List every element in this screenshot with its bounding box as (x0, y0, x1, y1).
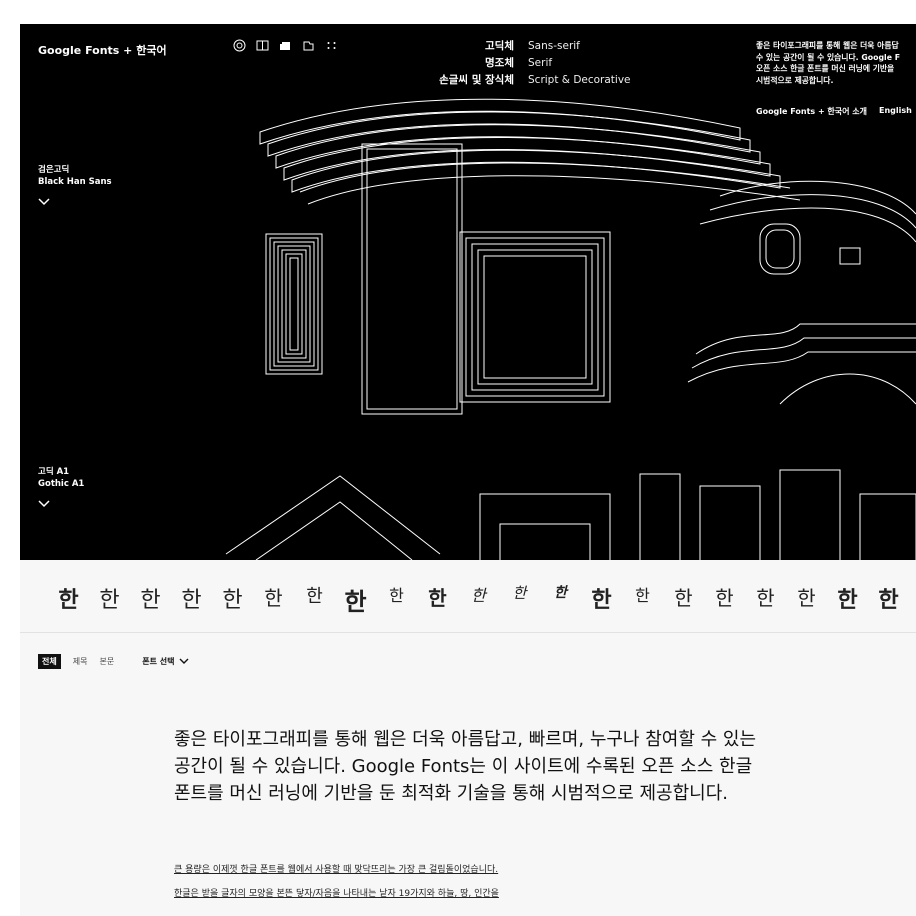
sample-glyph[interactable]: 한 (458, 582, 499, 617)
font-name-en: Black Han Sans (38, 177, 112, 187)
grid-view-icon[interactable] (324, 38, 338, 52)
filter-title[interactable]: 제목 (73, 656, 88, 667)
category-en: Serif (528, 57, 553, 69)
sample-glyph[interactable]: 한 (499, 582, 540, 617)
hero-banner: Google Fonts + 한국어 고딕체 Sans-serif 명조체 Se… (20, 24, 916, 560)
sample-glyph[interactable]: 한 (48, 582, 89, 617)
font-select[interactable]: 폰트 선택 (142, 656, 189, 667)
category-nav: 고딕체 Sans-serif 명조체 Serif 손글씨 및 장식체 Scrip… (400, 38, 631, 89)
page-frame: Google Fonts + 한국어 고딕체 Sans-serif 명조체 Se… (20, 24, 916, 916)
sample-glyph[interactable]: 한 (868, 582, 909, 617)
category-en: Script & Decorative (528, 74, 631, 86)
sample-glyph[interactable]: 한 (827, 582, 868, 617)
sample-glyph[interactable]: 한 (663, 582, 704, 617)
detail-paragraph: 큰 용량은 이제껏 한글 폰트를 웹에서 사용할 때 맞닥뜨리는 가장 큰 걸림… (174, 865, 499, 875)
sample-glyph[interactable]: 한 (294, 582, 335, 617)
font-select-label: 폰트 선택 (142, 657, 175, 666)
hero-artwork (225, 98, 916, 560)
sample-glyph[interactable]: 한 (540, 582, 581, 617)
category-ko: 명조체 (485, 57, 514, 69)
filter-bar: 전체 제목 본문 폰트 선택 (38, 654, 189, 669)
sample-glyph[interactable]: 한 (581, 582, 622, 617)
category-en: Sans-serif (528, 40, 580, 52)
filter-all[interactable]: 전체 (38, 654, 61, 669)
font-name-ko: 고딕 A1 (38, 467, 70, 477)
category-serif[interactable]: 명조체 Serif (400, 55, 631, 72)
chevron-down-icon (179, 658, 189, 664)
sample-glyph-row: 한한한한한한한한한한한한한한한한한한한한한 (48, 582, 909, 617)
sample-glyph[interactable]: 한 (171, 582, 212, 617)
font-name-en: Gothic A1 (38, 479, 85, 489)
chevron-down-icon[interactable] (38, 198, 112, 210)
sample-glyph[interactable]: 한 (253, 582, 294, 617)
english-link[interactable]: English (879, 106, 912, 117)
sample-glyph[interactable]: 한 (417, 582, 458, 617)
category-ko: 손글씨 및 장식체 (439, 74, 514, 86)
filter-body[interactable]: 본문 (99, 656, 114, 667)
font-label-gothic-a1: 고딕 A1 Gothic A1 (38, 466, 84, 512)
sample-glyph[interactable]: 한 (704, 582, 745, 617)
category-ko: 고딕체 (485, 40, 514, 52)
category-script[interactable]: 손글씨 및 장식체 Script & Decorative (400, 72, 631, 89)
about-link[interactable]: Google Fonts + 한국어 소개 (756, 106, 867, 117)
font-label-black-han-sans: 검은고딕 Black Han Sans (38, 164, 112, 210)
intro-paragraph: 좋은 타이포그래피를 통해 웹은 더욱 아름답고, 빠르며, 누구나 참여할 수… (174, 729, 757, 804)
header-intro: 좋은 타이포그래피를 통해 웹은 더욱 아름답 수 있는 공간이 될 수 있습니… (756, 41, 901, 85)
stack-view-icon[interactable] (278, 38, 292, 52)
chevron-down-icon[interactable] (38, 500, 84, 512)
font-name-ko: 검은고딕 (38, 165, 70, 175)
site-logo[interactable]: Google Fonts + 한국어 (38, 42, 167, 58)
sample-glyph[interactable]: 한 (622, 582, 663, 617)
sample-glyph[interactable]: 한 (89, 582, 130, 617)
sample-glyph[interactable]: 한 (130, 582, 171, 617)
font-sample-strip: 한한한한한한한한한한한한한한한한한한한한한 (20, 560, 916, 633)
target-view-icon[interactable] (232, 38, 246, 52)
book-view-icon[interactable] (255, 38, 269, 52)
header-links: Google Fonts + 한국어 소개 English (756, 106, 912, 117)
square-view-icon[interactable] (301, 38, 315, 52)
sample-glyph[interactable]: 한 (212, 582, 253, 617)
category-sans-serif[interactable]: 고딕체 Sans-serif (400, 38, 631, 55)
sample-glyph[interactable]: 한 (786, 582, 827, 617)
sample-glyph[interactable]: 한 (376, 582, 417, 617)
sample-glyph[interactable]: 한 (335, 582, 376, 617)
detail-paragraph-2: 한글은 받을 글자의 모양을 본뜬 닿자/자음을 나타내는 낱자 19가지와 하… (174, 889, 499, 899)
sample-glyph[interactable]: 한 (745, 582, 786, 617)
view-toolbar (232, 38, 338, 52)
